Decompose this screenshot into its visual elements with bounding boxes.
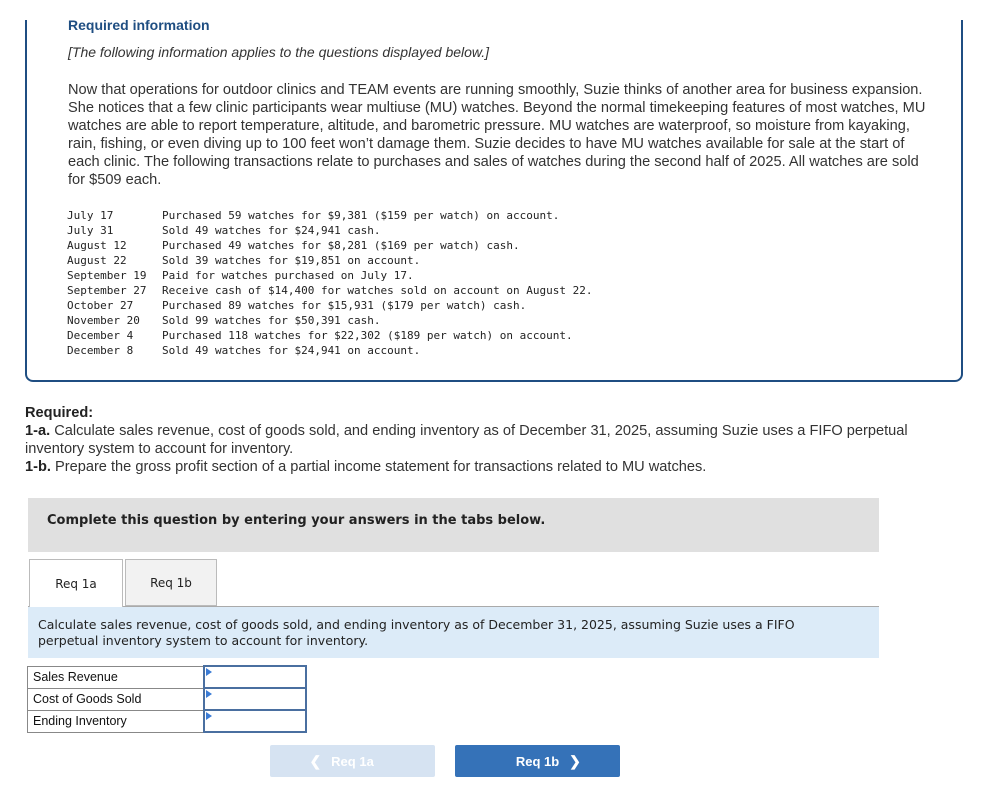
ending-inventory-input[interactable] [204,711,305,731]
tab-req-1b[interactable]: Req 1b [125,559,217,606]
table-row: Cost of Goods Sold [27,687,307,711]
transaction-row: December 8 Sold 49 watches for $24,941 on… [67,343,592,358]
transaction-text: Purchased 49 watches for $8,281 ($169 pe… [162,239,520,252]
transaction-text: Sold 49 watches for $24,941 cash. [162,224,381,237]
row-label: Ending Inventory [27,709,204,733]
input-marker-icon [205,690,212,698]
required-section: Required: 1-a. Calculate sales revenue, … [25,404,925,476]
transaction-date: July 17 [67,209,114,222]
required-heading: Required: [25,405,94,421]
tab-label: Req 1a [55,576,97,591]
prev-label: Req 1a [331,753,374,769]
transaction-row: July 31 Sold 49 watches for $24,941 cash. [67,223,592,238]
tab-req-1a[interactable]: Req 1a [29,559,123,607]
answer-table: Sales Revenue Cost of Goods Sold Ending … [27,665,307,733]
transaction-row: July 17 Purchased 59 watches for $9,381 (… [67,208,592,223]
instructions-text: Complete this question by entering your … [47,513,546,528]
transaction-date: August 12 [67,239,127,252]
transaction-date: October 27 [67,299,134,312]
input-marker-icon [205,712,212,720]
info-title: Required information [68,17,210,33]
row-label: Cost of Goods Sold [27,687,204,711]
transaction-text: Sold 39 watches for $19,851 on account. [162,254,421,267]
table-row: Sales Revenue [27,665,307,689]
cost-of-goods-sold-input[interactable] [204,689,305,709]
input-marker-icon [205,668,212,676]
transaction-text: Paid for watches purchased on July 17. [162,269,414,282]
transaction-date: December 4 [67,329,134,342]
transaction-date: November 20 [67,314,140,327]
required-item-label: 1-b. [25,459,51,475]
info-paragraph: Now that operations for outdoor clinics … [68,82,926,188]
transaction-text: Purchased 59 watches for $9,381 ($159 pe… [162,209,560,222]
transaction-text: Receive cash of $14,400 for watches sold… [162,284,593,297]
transaction-text: Purchased 118 watches for $22,302 ($189 … [162,329,573,342]
transaction-row: October 27 Purchased 89 watches for $15,9… [67,298,592,313]
transaction-row: November 20 Sold 99 watches for $50,391 c… [67,313,592,328]
transaction-date: July 31 [67,224,114,237]
transaction-date: December 8 [67,344,134,357]
tab-label: Req 1b [150,575,192,590]
chevron-left-icon: ❮ [309,752,322,769]
transaction-row: December 4 Purchased 118 watches for $22,… [67,328,592,343]
required-item-text: Calculate sales revenue, cost of goods s… [25,423,908,457]
tab-description: Calculate sales revenue, cost of goods s… [38,617,795,648]
transaction-date: September 27 [67,284,147,297]
row-label: Sales Revenue [27,665,204,689]
transactions-list: July 17 Purchased 59 watches for $9,381 (… [67,208,592,358]
required-item-1a: 1-a. Calculate sales revenue, cost of go… [25,422,925,458]
transaction-date: September 19 [67,269,147,282]
sales-revenue-input[interactable] [204,667,305,687]
chevron-right-icon: ❯ [569,752,581,769]
required-item-text: Prepare the gross profit section of a pa… [50,459,707,475]
transaction-row: August 22 Sold 39 watches for $19,851 on … [67,253,592,268]
instructions-banner: Complete this question by entering your … [28,498,879,552]
tab-description-panel: Calculate sales revenue, cost of goods s… [28,607,879,658]
prev-req-button[interactable]: ❮ Req 1a ❮ [270,745,435,777]
transaction-row: September 19 Paid for watches purchased o… [67,268,592,283]
required-item-1b: 1-b. Prepare the gross profit section of… [25,458,925,476]
next-label: Req 1b [515,753,560,769]
next-req-button[interactable]: ❯ Req 1b ❯ [455,745,620,777]
table-row: Ending Inventory [27,709,307,733]
required-item-label: 1-a. [25,423,51,439]
transaction-row: September 27 Receive cash of $14,400 for … [67,283,592,298]
transaction-text: Sold 99 watches for $50,391 cash. [162,314,381,327]
transaction-text: Purchased 89 watches for $15,931 ($179 p… [162,299,527,312]
cogs-cell [202,687,307,711]
transaction-text: Sold 49 watches for $24,941 on account. [162,344,421,357]
sales-revenue-cell [202,665,307,689]
info-note: [The following information applies to th… [68,44,490,60]
transaction-date: August 22 [67,254,127,267]
transaction-row: August 12 Purchased 49 watches for $8,281… [67,238,592,253]
ending-inventory-cell [202,709,307,733]
